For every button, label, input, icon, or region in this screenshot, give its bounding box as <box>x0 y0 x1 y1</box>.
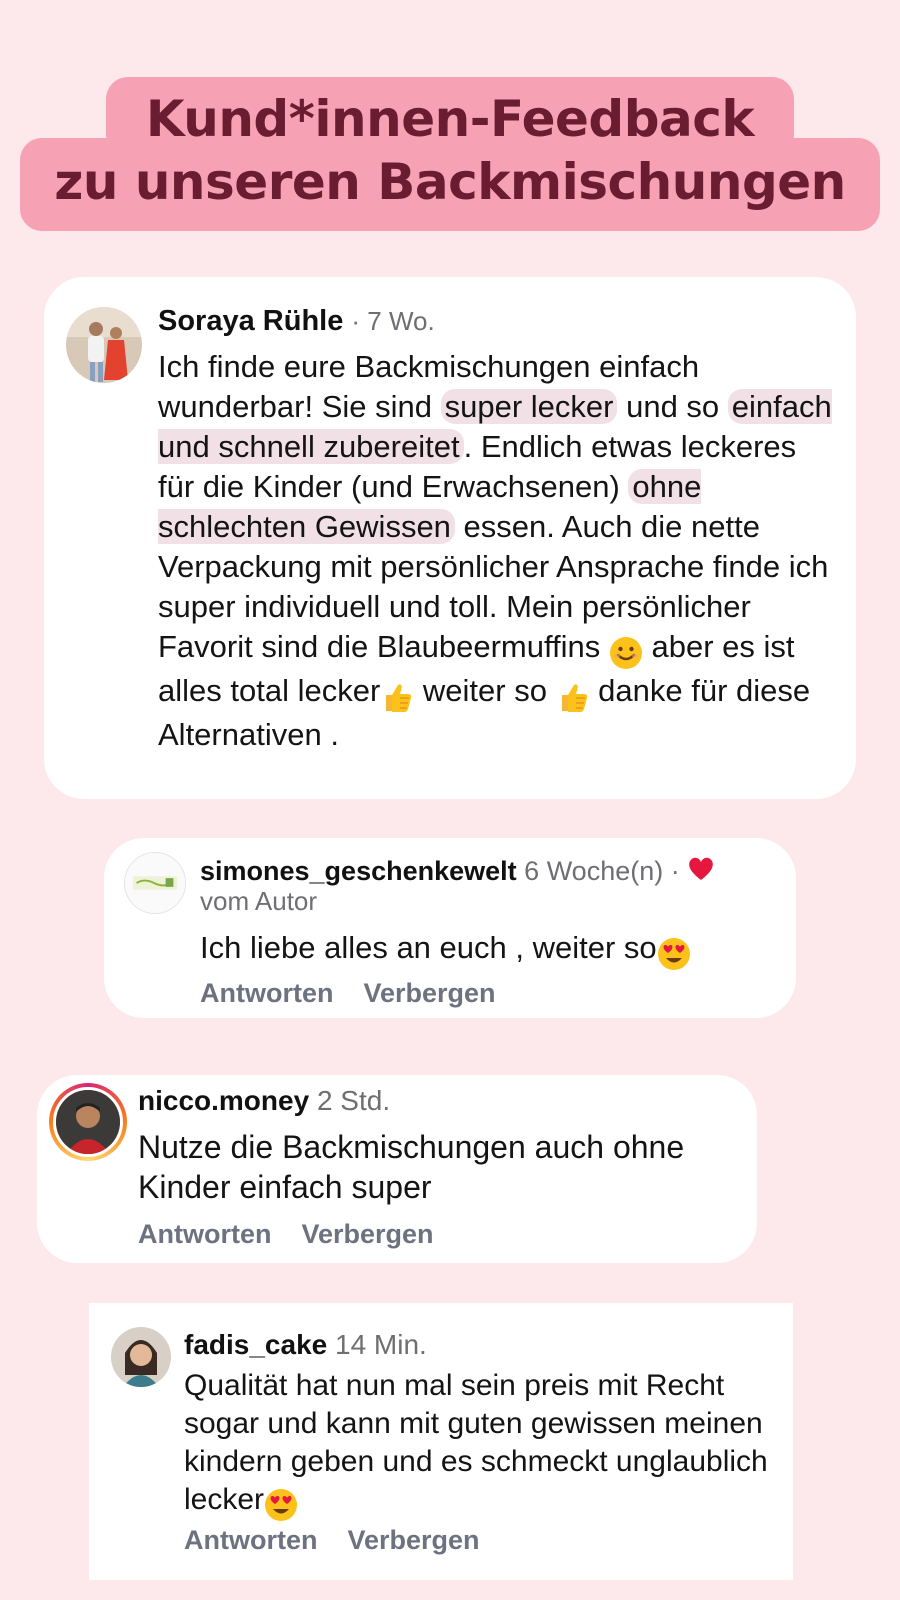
avatar-with-story-ring[interactable] <box>49 1083 127 1161</box>
avatar-photo-person <box>56 1090 120 1154</box>
reply-button[interactable]: Antworten <box>200 978 333 1009</box>
highlight-super-lecker: super lecker <box>440 389 618 424</box>
thumbs-up-emoji <box>380 675 414 715</box>
avatar[interactable] <box>124 852 186 914</box>
timestamp: 2 Std. <box>316 1085 391 1116</box>
comment-card-simones: simones_geschenkewelt 6 Woche(n) · vom A… <box>104 838 796 1018</box>
text-segment: Ich liebe alles an euch , weiter so <box>200 930 657 965</box>
comment-header: fadis_cake 14 Min. <box>184 1329 427 1361</box>
comment-actions: Antworten Verbergen <box>138 1219 434 1250</box>
avatar-photo-person <box>111 1327 171 1387</box>
hide-button[interactable]: Verbergen <box>301 1219 433 1250</box>
thumbs-up-emoji <box>556 675 590 715</box>
title-line-1: Kund*innen-Feedback <box>145 90 755 148</box>
page-title: Kund*innen-Feedback zu unseren Backmisch… <box>0 0 900 240</box>
comment-actions: Antworten Verbergen <box>184 1525 480 1556</box>
comment-text: Ich liebe alles an euch , weiter so <box>200 930 691 971</box>
username[interactable]: simones_geschenkewelt <box>200 856 517 886</box>
heart-eyes-emoji <box>264 1485 298 1523</box>
comment-header: Soraya Rühle · 7 Wo. <box>158 305 435 338</box>
heart-icon <box>687 856 715 890</box>
timestamp: · 7 Wo. <box>351 306 435 336</box>
comment-card-soraya: Soraya Rühle · 7 Wo. Ich finde eure Back… <box>44 277 856 799</box>
username[interactable]: nicco.money <box>138 1085 309 1116</box>
username[interactable]: fadis_cake <box>184 1329 327 1360</box>
comment-text: Ich finde eure Backmischungen einfach wu… <box>158 347 838 755</box>
comment-text: Nutze die Backmischungen auch ohne Kinde… <box>138 1129 685 1205</box>
timestamp: 14 Min. <box>335 1329 427 1360</box>
comment-card-fadis: fadis_cake 14 Min. Qualität hat nun mal … <box>89 1303 793 1580</box>
comment-card-nicco: nicco.money 2 Std. Nutze die Backmischun… <box>37 1075 757 1263</box>
heart-eyes-emoji <box>657 934 691 971</box>
liked-by-author: vom Autor <box>200 886 318 916</box>
comment-actions: Antworten Verbergen <box>200 978 496 1009</box>
text-segment: weiter so <box>414 673 556 708</box>
reply-button[interactable]: Antworten <box>184 1525 317 1556</box>
title-line-2: zu unseren Backmischungen <box>54 153 846 211</box>
comment-header: nicco.money 2 Std. <box>138 1085 390 1117</box>
avatar[interactable] <box>66 307 142 383</box>
username[interactable]: Soraya Rühle <box>158 305 343 337</box>
smiling-face-emoji <box>609 631 643 671</box>
comment-header: simones_geschenkewelt 6 Woche(n) · <box>200 854 715 890</box>
reply-button[interactable]: Antworten <box>138 1219 271 1250</box>
avatar[interactable] <box>111 1327 171 1387</box>
text-segment: und so <box>617 389 728 424</box>
avatar-photo-couple <box>66 307 142 383</box>
comment-text: Qualität hat nun mal sein preis mit Rech… <box>184 1367 784 1523</box>
avatar-logo-geschenkewelt <box>125 853 185 913</box>
hide-button[interactable]: Verbergen <box>363 978 495 1009</box>
hide-button[interactable]: Verbergen <box>347 1525 479 1556</box>
timestamp: 6 Woche(n) · <box>524 856 680 886</box>
